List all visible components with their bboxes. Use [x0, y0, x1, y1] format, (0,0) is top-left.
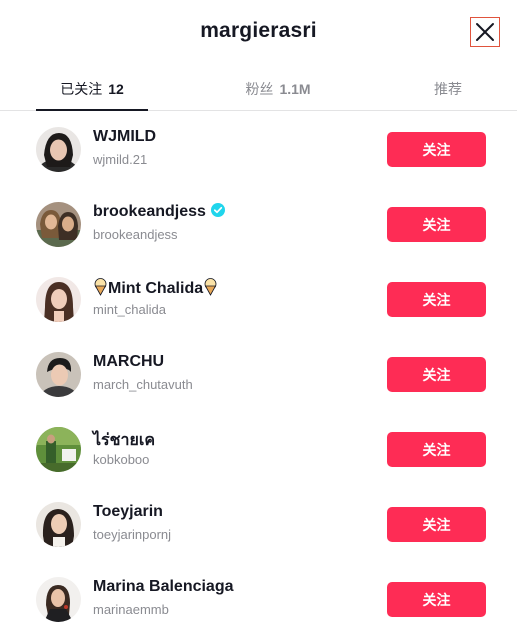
- avatar[interactable]: [36, 427, 81, 472]
- user-handle: marinaemmb: [93, 602, 169, 617]
- follow-button[interactable]: 关注: [387, 582, 486, 617]
- close-icon: [476, 23, 494, 41]
- user-name[interactable]: WJMILD: [93, 128, 156, 146]
- list-item[interactable]: WJMILD wjmild.21 关注: [0, 112, 517, 187]
- follow-button[interactable]: 关注: [387, 432, 486, 467]
- following-dialog: margierasri 已关注 12 粉丝 1.1M 推荐 WJMILD wjm…: [0, 0, 517, 636]
- follow-button[interactable]: 关注: [387, 132, 486, 167]
- user-name[interactable]: brookeandjess: [93, 203, 225, 221]
- user-handle: kobkoboo: [93, 452, 150, 467]
- user-name[interactable]: ไร่ชายเค: [93, 428, 155, 453]
- user-handle: toeyjarinpornj: [93, 527, 172, 542]
- follow-button[interactable]: 关注: [387, 357, 486, 392]
- user-handle: march_chutavuth: [93, 377, 193, 392]
- list-item[interactable]: ไร่ชายเค kobkoboo 关注: [0, 412, 517, 487]
- tab-following-count: 12: [108, 80, 124, 97]
- close-button[interactable]: [470, 17, 500, 47]
- dialog-title: margierasri: [200, 19, 317, 42]
- dialog-header: margierasri: [0, 0, 517, 66]
- tab-suggested-label: 推荐: [434, 80, 462, 97]
- follow-button[interactable]: 关注: [387, 507, 486, 542]
- user-name[interactable]: Toeyjarin: [93, 503, 163, 521]
- tab-following-label: 已关注: [60, 80, 103, 97]
- follow-button[interactable]: 关注: [387, 282, 486, 317]
- avatar[interactable]: [36, 277, 81, 322]
- user-name[interactable]: MARCHU: [93, 353, 164, 371]
- list-item[interactable]: MARCHU march_chutavuth 关注: [0, 337, 517, 412]
- avatar[interactable]: [36, 577, 81, 622]
- user-handle: brookeandjess: [93, 227, 178, 242]
- tab-followers-count: 1.1M: [279, 80, 311, 97]
- avatar[interactable]: [36, 127, 81, 172]
- list-item[interactable]: brookeandjess brookeandjess 关注: [0, 187, 517, 262]
- avatar[interactable]: [36, 352, 81, 397]
- tab-following[interactable]: 已关注 12: [36, 66, 148, 111]
- user-name[interactable]: Marina Balenciaga: [93, 578, 234, 596]
- ice-cream-icon: [204, 278, 217, 296]
- list-item[interactable]: Toeyjarin toeyjarinpornj 关注: [0, 487, 517, 562]
- list-item[interactable]: Marina Balenciaga marinaemmb 关注: [0, 562, 517, 637]
- user-handle: mint_chalida: [93, 302, 166, 317]
- user-name[interactable]: Mint Chalida: [93, 278, 218, 298]
- follow-button[interactable]: 关注: [387, 207, 486, 242]
- tab-followers[interactable]: 粉丝 1.1M: [222, 66, 334, 111]
- active-tab-indicator: [36, 109, 148, 111]
- tab-bar: 已关注 12 粉丝 1.1M 推荐: [0, 66, 517, 111]
- avatar[interactable]: [36, 502, 81, 547]
- list-item[interactable]: Mint Chalida mint_chalida 关注: [0, 262, 517, 337]
- verified-badge-icon: [210, 203, 225, 217]
- tab-followers-label: 粉丝: [245, 80, 274, 97]
- tab-suggested[interactable]: 推荐: [392, 66, 504, 111]
- avatar[interactable]: [36, 202, 81, 247]
- user-handle: wjmild.21: [93, 152, 148, 167]
- ice-cream-icon: [94, 278, 107, 296]
